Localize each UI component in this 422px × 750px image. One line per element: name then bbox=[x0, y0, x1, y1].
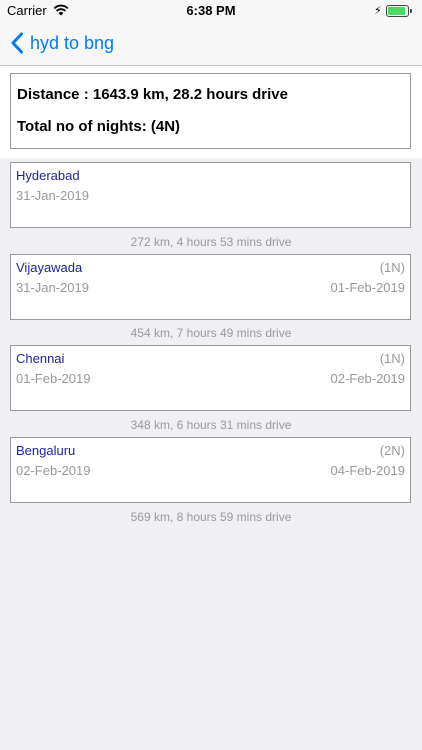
total-nights-text: Total no of nights: (4N) bbox=[17, 118, 181, 135]
stop-nights: (1N) bbox=[379, 351, 405, 366]
total-distance-text: Distance : 1643.9 km, 28.2 hours drive bbox=[17, 86, 288, 103]
stop-city: Vijayawada bbox=[16, 260, 83, 275]
stop-depart-date: 01-Feb-2019 bbox=[330, 280, 405, 295]
stop-arrive-date: 02-Feb-2019 bbox=[16, 463, 91, 478]
stop-city: Chennai bbox=[16, 351, 65, 366]
stop-arrive-date: 31-Jan-2019 bbox=[16, 188, 89, 203]
stop-card-hyderabad[interactable]: Hyderabad 31-Jan-2019 bbox=[10, 162, 411, 228]
back-button[interactable]: hyd to bng bbox=[10, 30, 114, 56]
leg-drive-info: 348 km, 6 hours 31 mins drive bbox=[130, 418, 292, 432]
battery-icon: ⚡ bbox=[374, 5, 412, 17]
stop-depart-date: 04-Feb-2019 bbox=[330, 463, 405, 478]
stop-card-vijayawada[interactable]: Vijayawada (1N) 31-Jan-2019 01-Feb-2019 bbox=[10, 254, 411, 320]
stop-card-chennai[interactable]: Chennai (1N) 01-Feb-2019 02-Feb-2019 bbox=[10, 345, 411, 411]
leg-drive-info: 569 km, 8 hours 59 mins drive bbox=[130, 510, 292, 524]
leg-drive-info: 272 km, 4 hours 53 mins drive bbox=[130, 235, 292, 249]
leg-drive-info: 454 km, 7 hours 49 mins drive bbox=[130, 326, 292, 340]
navigation-bar: hyd to bng bbox=[0, 22, 422, 66]
status-bar: Carrier 6:38 PM ⚡ bbox=[0, 0, 422, 22]
stop-card-bengaluru[interactable]: Bengaluru (2N) 02-Feb-2019 04-Feb-2019 bbox=[10, 437, 411, 503]
stop-arrive-date: 01-Feb-2019 bbox=[16, 371, 91, 386]
stop-city: Bengaluru bbox=[16, 443, 76, 458]
trip-summary-card: Distance : 1643.9 km, 28.2 hours drive T… bbox=[10, 73, 411, 149]
chevron-left-icon bbox=[11, 32, 23, 54]
stop-nights: (2N) bbox=[379, 443, 405, 458]
back-button-label: hyd to bng bbox=[30, 33, 115, 53]
stop-depart-date: 02-Feb-2019 bbox=[330, 371, 405, 386]
stop-nights: (1N) bbox=[379, 260, 405, 275]
clock: 6:38 PM bbox=[186, 3, 236, 18]
stop-city: Hyderabad bbox=[16, 168, 80, 183]
charging-bolt-icon: ⚡ bbox=[374, 5, 382, 17]
stop-arrive-date: 31-Jan-2019 bbox=[16, 280, 89, 295]
